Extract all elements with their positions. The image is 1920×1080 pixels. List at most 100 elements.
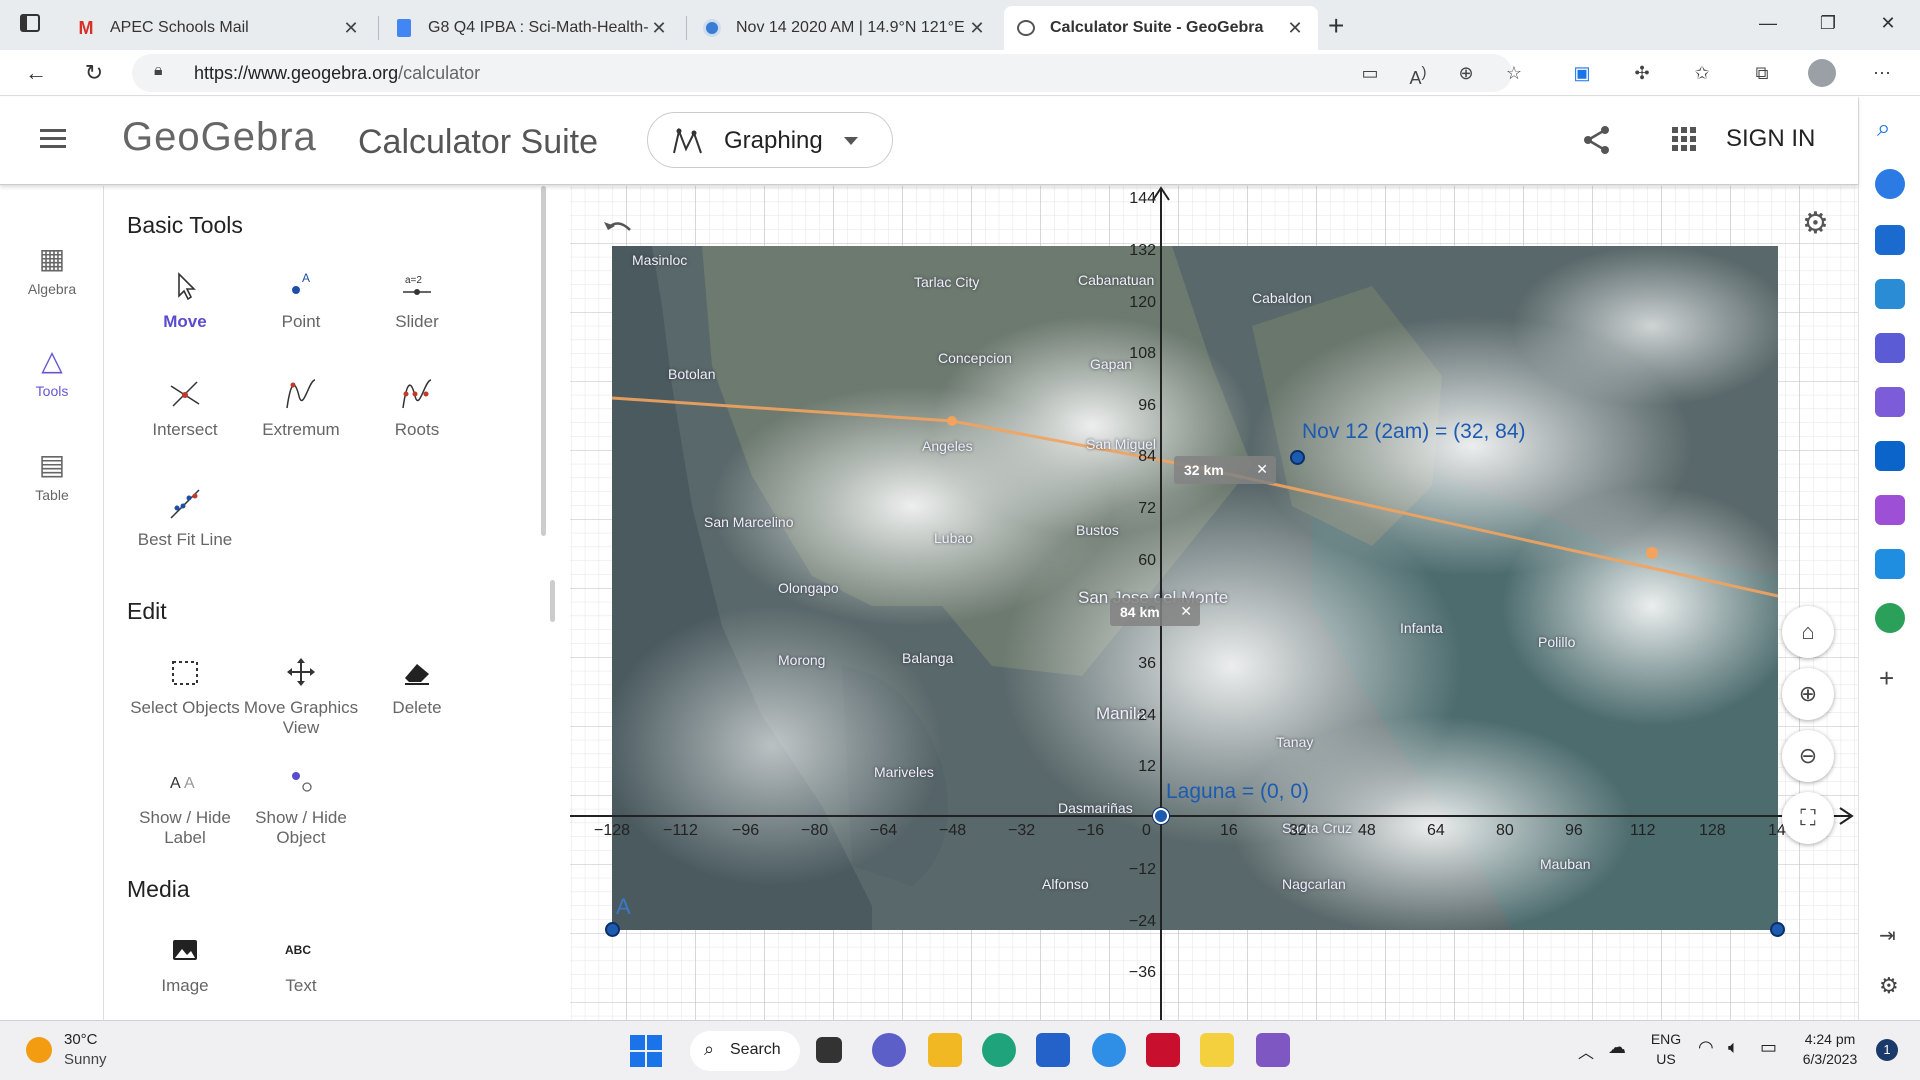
tool-extremum[interactable]: Extremum [243,376,359,440]
tab-actions-icon[interactable] [20,14,40,32]
tool-text[interactable]: ABC Text [243,932,359,996]
notification-badge[interactable]: 1 [1876,1039,1898,1061]
start-button[interactable] [630,1035,662,1067]
tool-move[interactable]: Move [127,268,243,332]
rail-item-tools[interactable]: △ Tools [0,344,104,399]
tool-delete[interactable]: Delete [359,654,475,718]
add-icon[interactable]: + [1879,663,1894,694]
mcafee-icon[interactable] [1146,1033,1180,1067]
language-indicator[interactable]: ENG US [1646,1031,1686,1067]
tool-image[interactable]: Image [127,932,243,996]
point-nov12[interactable] [1290,450,1305,465]
cloud-icon[interactable]: ☁ [1608,1037,1626,1058]
geogebra-logo[interactable]: GeoGebra [122,115,317,160]
point-label-laguna[interactable]: Laguna = (0, 0) [1166,780,1309,804]
tool-move-graphics-view[interactable]: Move Graphics View [243,654,359,738]
point-corner-left[interactable] [605,922,620,937]
close-icon[interactable]: ✕ [1256,461,1268,478]
close-icon[interactable]: ✕ [1284,18,1306,39]
profile-avatar[interactable] [1808,59,1836,87]
home-view-button[interactable]: ⌂ [1782,606,1834,658]
hide-sidebar-icon[interactable]: ⇥ [1879,923,1896,948]
zoom-in-button[interactable]: ⊕ [1782,668,1834,720]
sidebar-settings-icon[interactable]: ⚙ [1879,973,1899,999]
zoom-icon[interactable]: ⊕ [1452,60,1480,86]
weather-condition[interactable]: Sunny [64,1051,107,1068]
volume-icon[interactable]: 🔈︎ [1728,1037,1739,1058]
battery-icon[interactable]: ▭ [1760,1037,1777,1058]
teams-icon[interactable] [872,1033,906,1067]
sun-icon[interactable] [26,1037,52,1063]
rail-item-table[interactable]: ▤ Table [0,448,104,503]
zoom-out-button[interactable]: ⊖ [1782,730,1834,782]
bing-chat-icon[interactable] [1875,169,1905,199]
app-picker[interactable]: Graphing [647,112,893,168]
close-icon[interactable]: ✕ [966,18,988,39]
shopping-icon[interactable] [1875,225,1905,255]
hamburger-menu-icon[interactable] [40,129,66,149]
close-icon[interactable]: ✕ [648,18,670,39]
read-aloud-icon[interactable]: A) [1404,60,1432,88]
outlook-icon[interactable] [1875,441,1905,471]
panel-resize-handle[interactable] [550,580,555,622]
screen-capture-icon[interactable]: ▣ [1568,60,1596,86]
point-laguna[interactable] [1153,808,1169,824]
chevron-up-icon[interactable]: ︿ [1578,1039,1594,1063]
clock[interactable]: 4:24 pm 6/3/2023 [1794,1031,1866,1067]
rail-item-algebra[interactable]: ▦ Algebra [0,242,104,297]
back-button[interactable]: ← [20,58,52,88]
tool-show-hide-object[interactable]: Show / Hide Object [243,764,359,848]
extensions-icon[interactable]: ✣ [1628,60,1656,86]
tab-zoom-earth[interactable]: Nov 14 2020 AM | 14.9°N 121°E | ✕ [690,6,1000,50]
favorites-icon[interactable]: ✩ [1688,60,1716,86]
tool-point[interactable]: A Point [243,268,359,332]
tab-geogebra[interactable]: Calculator Suite - GeoGebra ✕ [1004,6,1318,50]
tools-scrollbar[interactable] [541,186,546,536]
favorite-add-icon[interactable]: ☆ [1500,60,1528,86]
reload-button[interactable]: ↻ [78,58,110,88]
minimize-button[interactable]: — [1748,8,1788,38]
designer-icon[interactable] [1875,495,1905,525]
distance-chip[interactable]: 32 km ✕ [1174,456,1276,484]
task-view-icon[interactable] [816,1037,842,1063]
settings-gear-icon[interactable]: ⚙ [1802,206,1829,241]
tab-docs[interactable]: G8 Q4 IPBA : Sci-Math-Health-LI ✕ [382,6,682,50]
distance-chip[interactable]: 84 km ✕ [1110,598,1200,626]
tool-show-hide-label[interactable]: AA Show / Hide Label [127,764,243,848]
url-field[interactable]: 🔒︎ https://www.geogebra.org/calculator ▭… [132,54,1522,92]
point-label-nov12[interactable]: Nov 12 (2am) = (32, 84) [1302,420,1526,444]
tool-roots[interactable]: Roots [359,376,475,440]
search-icon[interactable]: ⌕ [1877,115,1890,143]
share-icon[interactable] [1582,125,1612,155]
tool-best-fit-line[interactable]: Best Fit Line [127,486,243,550]
tool-slider[interactable]: a=2 Slider [359,268,475,332]
store-icon[interactable] [1036,1033,1070,1067]
wifi-icon[interactable]: ◠ [1698,1037,1714,1058]
clipchamp-icon[interactable] [1256,1033,1290,1067]
lock-icon[interactable]: 🔒︎ [154,62,163,80]
weather-temp[interactable]: 30°C [64,1031,98,1048]
undo-icon[interactable] [602,216,634,240]
close-icon[interactable]: ✕ [1180,603,1192,620]
sign-in-button[interactable]: SIGN IN [1726,125,1815,153]
app-available-icon[interactable]: ▭ [1356,60,1384,86]
graphics-view[interactable]: Masinloc Tarlac City Cabanatuan Cabaldon… [570,186,1858,1020]
close-icon[interactable]: ✕ [340,18,362,39]
point-corner-right[interactable] [1770,922,1785,937]
fullscreen-button[interactable]: ⛶ [1782,792,1834,844]
taskbar-search[interactable]: ⌕ Search [690,1031,800,1071]
games-icon[interactable] [1875,333,1905,363]
collections-icon[interactable]: ⧉ [1748,60,1776,86]
tree-icon[interactable] [1875,603,1905,633]
help-icon[interactable] [1092,1033,1126,1067]
edge-browser-icon[interactable] [982,1033,1016,1067]
point-label-a[interactable]: A [616,894,631,920]
send-icon[interactable] [1875,549,1905,579]
sticky-notes-icon[interactable] [1200,1033,1234,1067]
microsoft365-icon[interactable] [1875,387,1905,417]
tool-intersect[interactable]: Intersect [127,376,243,440]
file-explorer-icon[interactable] [928,1033,962,1067]
more-menu-icon[interactable]: ⋯ [1868,60,1896,86]
restore-button[interactable]: ❐ [1808,8,1848,38]
close-window-button[interactable]: ✕ [1868,8,1908,38]
